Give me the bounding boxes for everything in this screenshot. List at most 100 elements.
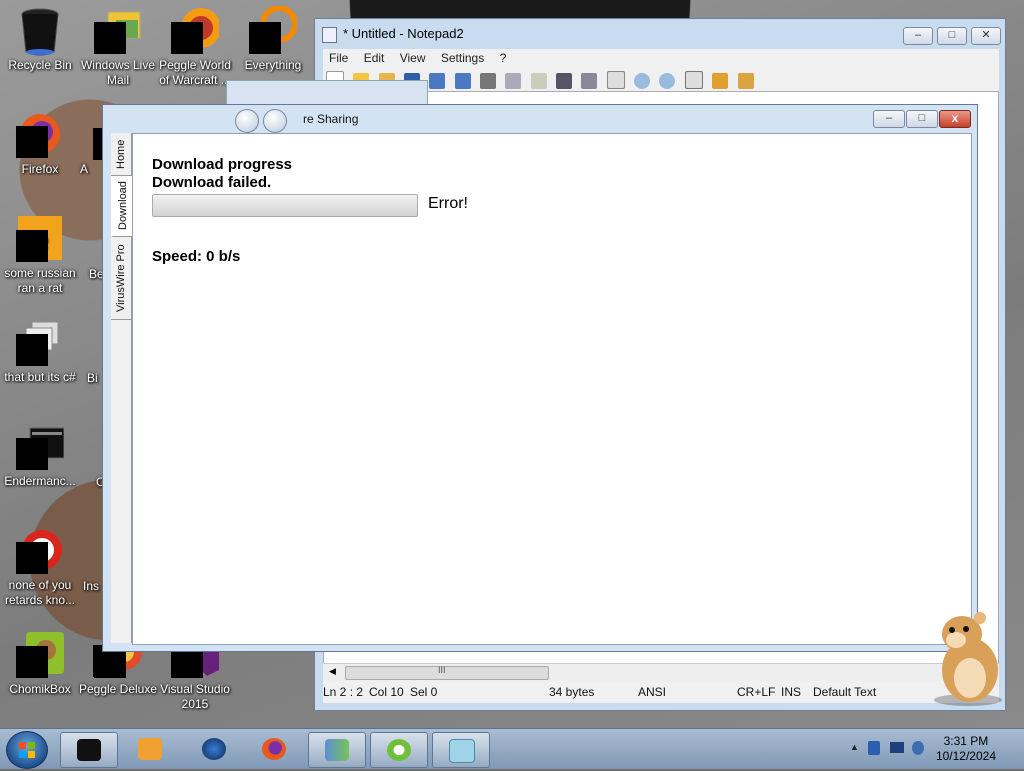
menu-settings[interactable]: Settings	[441, 49, 484, 67]
desktop-icon-label: ChomikBox	[9, 682, 71, 696]
maximize-button[interactable]: □	[906, 110, 938, 128]
menu-edit[interactable]: Edit	[364, 49, 385, 67]
undo-icon[interactable]	[429, 73, 446, 89]
script-file-icon: e	[16, 214, 64, 262]
desktop-icon-windows-live-mail[interactable]: Windows Live Mail	[78, 6, 158, 88]
desktop-icon-label: Peggle World of Warcraft ...	[159, 58, 231, 87]
media-player-icon	[138, 738, 162, 760]
desktop-icon-none-of-you[interactable]: none of you retards kno...	[0, 526, 80, 608]
system-tray: ▲ 3:31 PM 10/12/2024	[834, 729, 1024, 769]
desktop-icon-label: Recycle Bin	[8, 58, 72, 72]
close-button[interactable]: x	[939, 110, 971, 128]
hamster-desktop-pet[interactable]	[922, 604, 1012, 708]
redo-icon[interactable]	[454, 73, 471, 89]
desktop-icon-label: Visual Studio 2015	[160, 682, 230, 711]
notepad-app-icon	[322, 27, 337, 43]
download-progress-bar	[152, 194, 418, 217]
status-scheme: Default Text	[813, 685, 877, 699]
notepad-icon	[449, 739, 475, 763]
desktop-icon-chomikbox[interactable]: ChomikBox	[0, 630, 80, 697]
desktop-icon-firefox[interactable]: Firefox	[0, 110, 80, 177]
virus-sharing-window[interactable]: re Sharing – □ x Home Download VirusWire…	[102, 104, 978, 652]
desktop-icon-label: none of you retards kno...	[4, 578, 76, 607]
exit-icon[interactable]	[737, 73, 754, 89]
notepad-menubar: File Edit View Settings ?	[323, 49, 999, 67]
tab-home[interactable]: Home	[111, 133, 131, 176]
tab-viruswire-pro[interactable]: VirusWire Pro	[111, 237, 131, 320]
scrollbar-thumb[interactable]: III	[345, 665, 549, 680]
desktop-icon-peggle-wow[interactable]: Peggle World of Warcraft ...	[155, 6, 235, 88]
scroll-left-arrow-icon[interactable]: ◀	[329, 666, 336, 677]
globe-icon	[202, 738, 226, 760]
progress-error-label: Error!	[428, 195, 468, 212]
console-app-icon	[77, 739, 101, 761]
download-speed: Speed: 0 b/s	[152, 248, 241, 265]
tray-network-icon[interactable]	[912, 741, 924, 755]
minimize-button[interactable]: –	[903, 27, 933, 45]
copy-icon[interactable]	[505, 73, 522, 89]
desktop-icon-label: Endermanc...	[4, 474, 76, 488]
desktop-icon-endermanc[interactable]: Endermanc...	[0, 422, 80, 489]
horizontal-scrollbar[interactable]: ◀ III	[323, 663, 999, 681]
tab-label: Home	[115, 139, 127, 169]
menu-view[interactable]: View	[400, 49, 426, 67]
desktop-icon-label: Everything	[244, 58, 302, 72]
gear-green-icon	[387, 739, 411, 761]
taskbar-item-firefox[interactable]	[246, 732, 302, 766]
menu-help[interactable]: ?	[500, 49, 507, 67]
status-col: Col 10	[369, 685, 404, 699]
window-title: re Sharing	[303, 112, 359, 126]
scheme-icon[interactable]	[684, 71, 703, 89]
mail-icon	[94, 6, 142, 54]
desktop-icon-that-but-its-csharp[interactable]: that but its c#	[0, 318, 80, 385]
customize-scheme-icon[interactable]	[712, 73, 729, 89]
desktop-icon-label: Windows Live Mail	[80, 58, 156, 87]
back-nav-icon[interactable]	[235, 109, 259, 133]
cut-icon[interactable]	[480, 73, 497, 89]
replace-icon[interactable]	[581, 73, 598, 89]
taskbar: ▲ 3:31 PM 10/12/2024	[0, 728, 1024, 769]
tray-monitor-icon[interactable]	[890, 742, 904, 753]
recycle-bin-icon	[16, 6, 64, 56]
window-titlebar[interactable]: re Sharing – □ x	[103, 105, 977, 133]
notepad-titlebar[interactable]: * Untitled - Notepad2 – □ ✕	[315, 19, 1005, 49]
download-panel: Download progress Download failed. Error…	[132, 133, 972, 645]
forward-nav-icon[interactable]	[263, 109, 287, 133]
desktop-icon-label: some russian ran a rat	[4, 266, 76, 295]
zoom-out-icon[interactable]	[659, 73, 676, 89]
close-button[interactable]: ✕	[971, 27, 1001, 45]
status-line: Ln 2 : 2	[323, 685, 364, 699]
taskbar-item-globe[interactable]	[186, 732, 242, 766]
taskbar-item-media-player[interactable]	[122, 732, 178, 766]
scrollbar-grip: III	[438, 665, 446, 675]
find-icon[interactable]	[556, 73, 573, 89]
taskbar-item-users[interactable]	[308, 732, 366, 768]
desktop-icon-everything[interactable]: Everything	[233, 5, 313, 73]
users-icon	[325, 739, 349, 761]
minimize-button[interactable]: –	[873, 110, 905, 128]
status-eol: CR+LF	[737, 685, 776, 699]
tab-download[interactable]: Download	[111, 176, 133, 237]
desktop-icon-some-russian[interactable]: e some russian ran a rat	[0, 214, 80, 296]
maximize-button[interactable]: □	[937, 27, 967, 45]
taskbar-item-virus-sharing[interactable]	[370, 732, 428, 768]
zoom-in-icon[interactable]	[634, 73, 651, 89]
menu-file[interactable]: File	[329, 49, 348, 67]
taskbar-item-console[interactable]	[60, 732, 118, 768]
tray-app-icon[interactable]	[868, 741, 880, 755]
firefox-icon	[262, 738, 286, 760]
taskbar-clock[interactable]: 3:31 PM 10/12/2024	[936, 734, 996, 764]
paste-icon[interactable]	[530, 73, 547, 89]
taskbar-item-notepad2[interactable]	[432, 732, 490, 768]
notepad-statusbar: Ln 2 : 2 Col 10 Sel 0 34 bytes ANSI CR+L…	[323, 681, 999, 703]
start-button[interactable]	[6, 731, 48, 769]
word-wrap-icon[interactable]	[606, 71, 625, 89]
desktop-icon-recycle-bin[interactable]: Recycle Bin	[0, 6, 80, 73]
everything-search-icon	[249, 5, 298, 54]
tray-overflow-icon[interactable]: ▲	[850, 742, 859, 752]
desktop-icon-label: Firefox	[21, 162, 59, 176]
notepad-title: * Untitled - Notepad2	[343, 26, 464, 41]
firefox-icon	[16, 110, 64, 158]
console-app-icon	[16, 422, 65, 470]
app-red-icon	[16, 526, 64, 574]
